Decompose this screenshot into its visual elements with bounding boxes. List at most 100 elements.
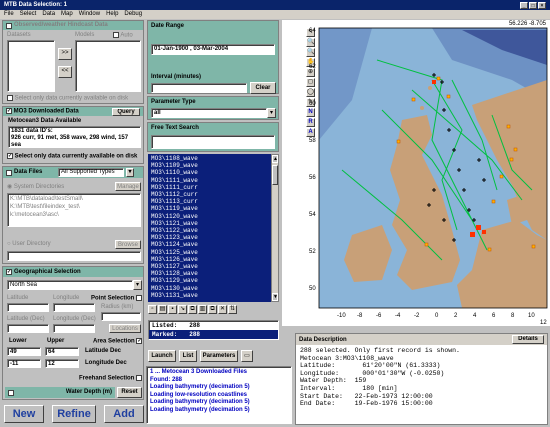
details-button[interactable]: Details [512,335,544,344]
datafiles-type-dropdown[interactable]: ▾ [126,168,134,177]
user-dir-radio[interactable]: ○ User Directory [7,241,51,247]
lon-lower-input[interactable]: -11 [7,359,41,368]
datafiles-type-select[interactable]: All Supported Types [58,168,124,177]
data-list-item[interactable]: MO3\1108_wave [151,155,268,162]
locations-button[interactable]: Locations [109,324,141,333]
radius-input[interactable] [101,312,141,321]
data-list-item[interactable]: MO3\1126_wave [151,256,268,263]
menu-help[interactable]: Help [106,11,118,18]
data-list-item[interactable]: MO3\1111_wave [151,177,268,184]
freehand-checkbox[interactable]: Freehand Selection [79,375,143,382]
area-selection-checkbox[interactable]: Area Selection ✓ [93,338,143,345]
user-dir-input[interactable] [7,251,141,261]
mark-icon[interactable]: ↘ [178,305,187,314]
datafiles-checkbox[interactable] [6,169,12,176]
param-type-dropdown[interactable]: ▾ [267,108,276,118]
menu-window[interactable]: Window [79,11,100,18]
data-list-item[interactable]: MO3\1130_wave [151,285,268,292]
copy-icon[interactable]: ⧉ [188,305,197,314]
folder-icon[interactable]: ▭ [241,350,253,362]
minimize-button[interactable]: _ [520,1,528,9]
close-button[interactable]: × [538,1,546,9]
water-depth-bar[interactable]: Water Depth (m) [5,387,115,398]
lon-upper-input[interactable]: 12 [45,359,79,368]
models-list[interactable] [75,40,141,92]
data-list-item[interactable]: MO3\1113_curr [151,198,268,205]
geo-checkbox[interactable]: ✓ [6,269,12,275]
data-list-item[interactable]: MO3\1122_wave [151,227,268,234]
area-select[interactable]: North Sea [7,280,133,290]
menu-select[interactable]: Select [20,11,37,18]
menu-file[interactable]: File [4,11,14,18]
menu-map[interactable]: Map [61,11,73,18]
data-list-item[interactable]: MO3\1131_wave [151,292,268,299]
area-dropdown[interactable]: ▾ [133,280,142,290]
water-depth-checkbox[interactable] [8,389,14,396]
query-button[interactable]: Query [112,107,140,116]
delete-icon[interactable]: ✕ [218,305,227,314]
parameters-button[interactable]: Parameters [200,350,238,362]
sysdir-item[interactable]: K:\MTB\test\fileindex_test\ [10,203,138,211]
observed-checkbox[interactable] [6,22,12,29]
data-list-item[interactable]: MO3\1121_wave [151,220,268,227]
data-list-scrollbar[interactable]: ▲ ▼ [271,154,279,302]
mo3-checkbox[interactable]: ✓ [6,107,12,114]
maximize-button[interactable]: □ [529,1,537,9]
datasets-list[interactable] [7,40,55,92]
add-button[interactable]: Add [104,405,144,423]
system-dirs-list[interactable]: K:\MTB\dataload\testSmall\ K:\MTB\test\f… [7,193,141,227]
launch-button[interactable]: Launch [148,350,176,362]
data-list-item[interactable]: MO3\1110_wave [151,169,268,176]
move-right-button[interactable]: >> [58,48,72,60]
param-type-select[interactable]: all [151,108,267,118]
lon-input[interactable] [53,303,95,312]
open-icon[interactable]: ▤ [158,305,167,314]
interval-input[interactable] [151,83,247,93]
data-list-item[interactable]: MO3\1111_curr [151,184,268,191]
data-list-item[interactable]: MO3\1112_curr [151,191,268,198]
menu-data[interactable]: Data [42,11,55,18]
list-button[interactable]: List [179,350,197,362]
data-list-item[interactable]: MO3\1125_wave [151,249,268,256]
freetext-input[interactable] [151,135,275,149]
refine-button[interactable]: Refine [52,405,96,423]
data-list-item[interactable]: MO3\1124_wave [151,241,268,248]
system-dirs-radio[interactable]: ◉ System Directories [7,183,64,190]
data-list-item[interactable]: MO3\1123_wave [151,234,268,241]
paste-icon[interactable]: ▥ [198,305,207,314]
data-list[interactable]: MO3\1108_wave MO3\1109_wave MO3\1110_wave M… [148,154,271,302]
filter-icon[interactable]: ⇅ [228,305,237,314]
save-icon[interactable]: ▪ [168,305,177,314]
menu-debug[interactable]: Debug [124,11,142,18]
map-canvas[interactable]: 64 62 60 58 56 54 52 50 -10 -8 -6 -4 -2 … [282,20,550,326]
scroll-thumb[interactable] [272,165,278,185]
lat-upper-input[interactable]: 64 [45,347,79,356]
duplicate-icon[interactable]: ⧉ [208,305,217,314]
date-range-input[interactable]: 01-Jan-1900 , 03-Mar-2004 [151,44,275,55]
point-selection-checkbox[interactable]: Point Selection [91,295,143,302]
lon-dec-input[interactable] [53,324,95,333]
data-list-item[interactable]: MO3\1109_wave [151,162,268,169]
data-list-item[interactable]: MO3\1120_wave [151,213,268,220]
reset-button[interactable]: Reset [117,387,142,398]
sysdir-item[interactable]: k:\metocean3\asc\ [10,211,138,219]
scroll-down-arrow-icon[interactable]: ▼ [272,293,278,301]
lat-input[interactable] [7,303,49,312]
manage-button[interactable]: Manage [115,182,141,191]
data-list-item[interactable]: MO3\1129_wave [151,277,268,284]
move-left-button[interactable]: << [58,66,72,78]
sysdir-item[interactable]: K:\MTB\dataload\testSmall\ [10,195,138,203]
obs-only-checkbox[interactable]: Select only data currently available on … [7,95,128,102]
data-list-item[interactable]: MO3\1128_wave [151,270,268,277]
data-list-item[interactable]: MO3\1119_wave [151,205,268,212]
clear-button[interactable]: Clear [250,82,276,94]
scroll-up-arrow-icon[interactable]: ▲ [272,155,278,163]
browse-button[interactable]: Browse [115,240,141,249]
mo3-only-checkbox[interactable]: ✓ Select only data currently available o… [7,153,137,160]
auto-checkbox[interactable]: Auto [113,32,133,39]
data-list-item[interactable]: MO3\1127_wave [151,263,268,270]
new-icon[interactable]: ▫ [148,305,157,314]
new-button[interactable]: New [4,405,44,423]
lat-lower-input[interactable]: 49 [7,347,41,356]
lat-dec-input[interactable] [7,324,49,333]
